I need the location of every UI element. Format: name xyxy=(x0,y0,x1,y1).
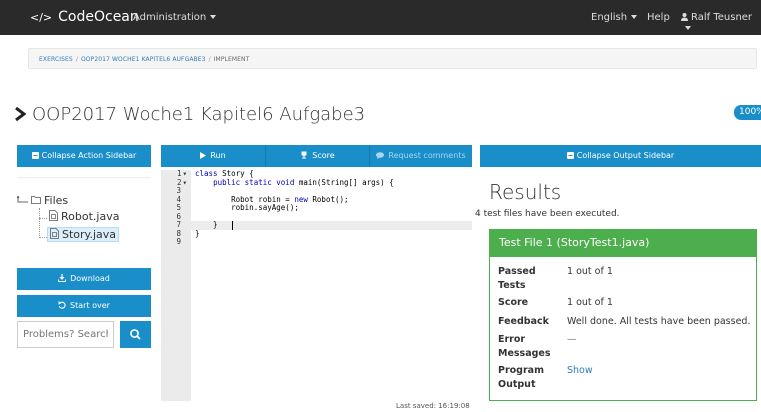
request-comments-label: Request comments xyxy=(388,151,466,160)
code-area[interactable]: class Story { public static void main(St… xyxy=(195,169,472,401)
passed-tests-label: Passed Tests xyxy=(498,266,536,291)
score-row-label: Score xyxy=(498,297,529,308)
breadcrumb-current: IMPLEMENT xyxy=(213,56,250,63)
help-link[interactable]: Help xyxy=(647,12,670,23)
tree-root-files[interactable]: Files xyxy=(16,194,69,207)
user-icon xyxy=(681,13,688,21)
file-icon xyxy=(50,228,59,239)
administration-menu[interactable]: Administration xyxy=(133,12,217,23)
score-label: Score xyxy=(312,151,335,160)
breadcrumb-exercise[interactable]: OOP2017 WOCHE1 KAPITEL6 AUFGABE3 xyxy=(81,56,206,63)
test-file-header: Test File 1 (StoryTest1.java) xyxy=(489,229,757,257)
tree-connector xyxy=(39,237,47,238)
code-line: robin.sayAge(); xyxy=(195,203,299,212)
collapse-output-sidebar-button[interactable]: Collapse Output Sidebar xyxy=(480,145,761,167)
breadcrumb-separator: / xyxy=(75,56,78,63)
trophy-icon xyxy=(301,151,307,159)
chevron-right-icon[interactable] xyxy=(14,107,26,121)
tree-file-label: Robot.java xyxy=(61,210,120,223)
code-line: public static void main(String[] args) { xyxy=(213,177,394,187)
start-over-button[interactable]: Start over xyxy=(17,295,151,317)
search-button[interactable] xyxy=(120,321,151,348)
run-button[interactable]: Run xyxy=(161,145,265,167)
brand-name: CodeOcean xyxy=(58,9,139,25)
passed-tests-value: 1 out of 1 xyxy=(567,266,613,277)
start-over-label: Start over xyxy=(70,301,110,310)
request-comments-button[interactable]: Request comments xyxy=(369,145,472,167)
download-button[interactable]: Download xyxy=(17,268,151,290)
language-label: English xyxy=(591,12,628,23)
chevron-down-icon xyxy=(631,15,638,19)
collapse-action-sidebar-label: Collapse Action Sidebar xyxy=(41,151,137,160)
collapse-output-sidebar-label: Collapse Output Sidebar xyxy=(576,151,675,160)
minus-square-icon xyxy=(31,152,39,159)
program-output-show-link[interactable]: Show xyxy=(567,364,593,378)
problems-search-input[interactable] xyxy=(17,321,114,348)
help-label: Help xyxy=(647,12,670,23)
score-row-value: 1 out of 1 xyxy=(567,297,613,308)
progress-badge: 100% xyxy=(734,105,761,120)
play-icon xyxy=(200,152,207,159)
brand-code-icon: </> xyxy=(30,11,53,24)
last-saved-status: Last saved: 16:19:08 xyxy=(396,402,470,410)
error-messages-label: Error Messages xyxy=(498,334,551,359)
chevron-down-icon xyxy=(685,26,691,30)
user-menu[interactable]: Ralf Teusner xyxy=(681,12,761,34)
tree-file-story[interactable]: Story.java xyxy=(47,227,120,242)
folder-icon xyxy=(31,196,41,204)
breadcrumb: EXERCISES / OOP2017 WOCHE1 KAPITEL6 AUFGAB… xyxy=(28,48,757,69)
line-number: 9 xyxy=(176,237,181,246)
program-output-label: Program Output xyxy=(498,365,544,390)
tree-root-label: Files xyxy=(44,194,69,207)
editor-toolbar: Run Score Request comments xyxy=(161,145,472,167)
editor-gutter: 1▾ 2▾ 3 4 5 6 7 8 9 xyxy=(161,169,191,401)
error-messages-value: — xyxy=(567,334,577,345)
feedback-value: Well done. All tests have been passed. xyxy=(567,316,751,327)
breadcrumb-exercises[interactable]: EXERCISES xyxy=(39,56,73,63)
brand-link[interactable]: </> CodeOcean xyxy=(30,9,139,25)
code-line: } xyxy=(195,228,200,238)
undo-icon xyxy=(58,301,66,309)
user-label: Ralf Teusner xyxy=(691,12,753,23)
text-cursor xyxy=(232,221,233,230)
page-title: OOP2017 Woche1 Kapitel6 Aufgabe3 xyxy=(14,104,365,125)
code-editor[interactable]: 1▾ 2▾ 3 4 5 6 7 8 9 class Story { public… xyxy=(161,169,472,401)
tree-connector xyxy=(39,218,47,219)
minus-square-icon xyxy=(566,152,574,159)
chevron-down-icon xyxy=(210,15,217,19)
search-icon xyxy=(130,329,141,340)
download-label: Download xyxy=(70,274,110,283)
run-label: Run xyxy=(210,151,226,160)
navbar: </> CodeOcean Administration English Help… xyxy=(0,0,761,35)
administration-label: Administration xyxy=(133,12,207,23)
fold-toggle-icon[interactable]: ▾ xyxy=(182,178,187,187)
page-title-text: OOP2017 Woche1 Kapitel6 Aufgabe3 xyxy=(32,104,366,125)
feedback-label: Feedback xyxy=(498,316,549,327)
tree-file-robot[interactable]: Robot.java xyxy=(49,210,119,223)
score-button[interactable]: Score xyxy=(265,145,369,167)
collapse-action-sidebar-button[interactable]: Collapse Action Sidebar xyxy=(17,145,151,167)
download-icon xyxy=(58,274,67,282)
tree-file-label: Story.java xyxy=(62,228,117,241)
tree-connector xyxy=(39,208,40,238)
fold-toggle-icon[interactable]: ▾ xyxy=(182,169,187,178)
language-menu[interactable]: English xyxy=(591,12,638,23)
results-summary: 4 test files have been executed. xyxy=(475,209,620,219)
tree-toggle-icon[interactable] xyxy=(16,194,29,204)
file-icon xyxy=(49,210,58,221)
breadcrumb-separator: / xyxy=(208,56,211,63)
results-title: Results xyxy=(489,180,562,204)
comment-icon xyxy=(376,152,385,159)
sidebar-divider xyxy=(17,177,151,178)
